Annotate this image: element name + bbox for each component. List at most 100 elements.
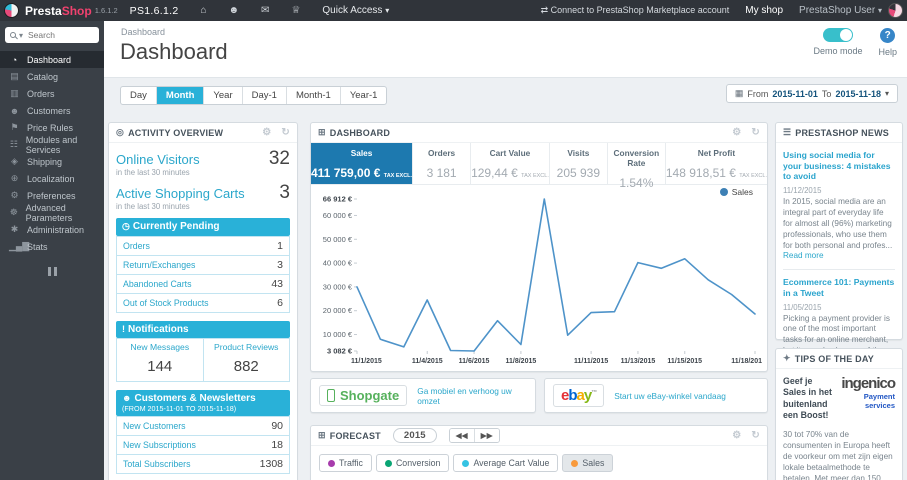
shopgate-logo[interactable]: Shopgate: [319, 385, 408, 406]
gear-icon[interactable]: ⚙: [262, 127, 271, 138]
legend-average-cart-value-button[interactable]: Average Cart Value: [453, 454, 559, 472]
tab-day[interactable]: Day: [121, 87, 157, 104]
forecast-year[interactable]: 2015: [392, 428, 437, 443]
metric-net-profit[interactable]: Net Profit 148 918,51 € tax excl.: [666, 143, 767, 184]
messages-icon[interactable]: ✉: [261, 5, 269, 16]
legend-traffic-button[interactable]: Traffic: [319, 454, 372, 472]
quick-access-menu[interactable]: Quick Access ▾: [322, 5, 389, 16]
prestashop-logo[interactable]: [4, 3, 19, 18]
sales-chart: 66 912 € 60 000 € 50 000 € 40 000 € 30 000 €…: [317, 187, 762, 367]
svg-text:11/11/2015: 11/11/2015: [574, 358, 608, 365]
gear-icon[interactable]: ⚙: [732, 127, 741, 138]
modules-icon: ☷: [9, 139, 18, 149]
metric-conversion-rate[interactable]: Conversion Rate 1.54%: [608, 143, 666, 190]
metric-sales[interactable]: Sales 411 759,00 € tax excl.: [311, 143, 414, 184]
ingenico-logo[interactable]: ingenico Payment services: [835, 376, 896, 422]
sidebar-search[interactable]: ▾: [5, 27, 99, 43]
preferences-icon: ⚙: [10, 190, 19, 200]
svg-text:60 000 €: 60 000 €: [323, 211, 353, 220]
sidebar-item-orders[interactable]: ▥ Orders: [0, 85, 104, 102]
breadcrumb[interactable]: Dashboard: [121, 27, 165, 37]
sidebar-item-stats[interactable]: ▁▄▇ Stats: [0, 238, 104, 255]
page-title: Dashboard: [120, 39, 228, 64]
legend-sales-button[interactable]: Sales: [562, 454, 614, 472]
cart-icon: ⊞: [318, 127, 326, 137]
metric-visits[interactable]: Visits 205 939: [550, 143, 608, 184]
marketplace-link[interactable]: ⇄ Connect to PrestaShop Marketplace acco…: [541, 5, 730, 16]
forecast-next-button[interactable]: ▶▶: [473, 429, 499, 442]
alert-icon: !: [122, 323, 125, 334]
sidebar-item-shipping[interactable]: ◈ Shipping: [0, 153, 104, 170]
tab-month-1[interactable]: Month-1: [287, 87, 341, 104]
calendar-icon: ▦: [734, 88, 744, 98]
active-carts-link[interactable]: Active Shopping Carts: [116, 186, 245, 201]
news-feed-icon: ☰: [783, 127, 792, 137]
tab-day-1[interactable]: Day-1: [243, 87, 287, 104]
currently-pending-header: ◷ Currently Pending: [116, 218, 290, 236]
sidebar-item-price-rules[interactable]: ⚑ Price Rules: [0, 119, 104, 136]
user-avatar[interactable]: [888, 3, 903, 18]
ebay-logo[interactable]: ebay™: [553, 384, 605, 407]
svg-text:10 000 €: 10 000 €: [323, 330, 353, 339]
trophy-icon[interactable]: ♕: [291, 5, 300, 16]
refresh-icon[interactable]: ↻: [751, 430, 760, 441]
sidebar-item-preferences[interactable]: ⚙ Preferences: [0, 187, 104, 204]
sidebar: ▾ ◔Dashboard ▤Catalog ▥Orders ☻Customers…: [0, 21, 104, 480]
metric-cart-value[interactable]: Cart Value 129,44 € tax excl.: [471, 143, 550, 184]
search-icon: [10, 32, 16, 38]
sidebar-collapse-button[interactable]: [46, 267, 58, 276]
caret-down-icon: ▾: [385, 6, 390, 15]
shopgate-ad-card: Shopgate Ga mobiel en verhoog uw omzet: [310, 378, 536, 413]
activity-title: ACTIVITY OVERVIEW: [128, 127, 224, 138]
search-scope-caret-icon[interactable]: ▾: [19, 31, 23, 40]
metrics-row: Sales 411 759,00 € tax excl. Orders 3 181 …: [311, 143, 767, 190]
online-visitors-sub: in the last 30 minutes: [116, 168, 190, 177]
dashboard-icon: ◔: [11, 54, 18, 65]
read-more-link[interactable]: Read more: [783, 251, 824, 260]
search-input[interactable]: [26, 29, 89, 41]
article-title-link[interactable]: Using social media for your business: 4 …: [783, 150, 895, 182]
tab-year-1[interactable]: Year-1: [341, 87, 387, 104]
my-shop-link[interactable]: My shop: [745, 5, 783, 16]
sidebar-item-advanced-parameters[interactable]: ☸ Advanced Parameters: [0, 203, 104, 223]
user-menu[interactable]: PrestaShop User ▾: [799, 5, 882, 16]
gear-icon[interactable]: ⚙: [732, 430, 741, 441]
customers-newsletters-header: ☻ Customers & Newsletters (FROM 2015-11-01…: [116, 390, 290, 416]
caret-down-icon: ▾: [884, 89, 889, 98]
demo-mode-toggle[interactable]: [822, 28, 853, 42]
cart-icon: ⊞: [318, 430, 326, 440]
refresh-icon[interactable]: ↻: [281, 127, 290, 138]
catalog-icon: ▤: [10, 71, 19, 81]
activity-icon: ◎: [116, 127, 125, 137]
sidebar-item-localization[interactable]: ⊕ Localization: [0, 170, 104, 187]
svg-text:11/6/2015: 11/6/2015: [459, 358, 490, 365]
article-title-link[interactable]: Ecommerce 101: Payments in a Tweet: [783, 277, 895, 298]
sidebar-item-customers[interactable]: ☻ Customers: [0, 102, 104, 119]
metric-orders[interactable]: Orders 3 181: [413, 143, 472, 184]
tab-year[interactable]: Year: [204, 87, 243, 104]
help-icon[interactable]: ?: [880, 28, 896, 43]
brand-name[interactable]: PrestaShop: [25, 4, 92, 18]
pending-row: Abandoned Carts 43: [116, 274, 290, 294]
forecast-prev-button[interactable]: ◀◀: [449, 429, 474, 442]
sidebar-item-catalog[interactable]: ▤ Catalog: [0, 68, 104, 85]
customers-row: Total Subscribers 1308: [116, 454, 290, 474]
sidebar-item-modules[interactable]: ☷ Modules and Services: [0, 135, 104, 155]
date-range-picker[interactable]: ▦ From 2015-11-01 To 2015-11-18 ▾: [725, 84, 898, 103]
legend-conversion-button[interactable]: Conversion: [375, 454, 450, 472]
tab-month[interactable]: Month: [156, 87, 205, 104]
sidebar-item-dashboard[interactable]: ◔ Dashboard: [0, 51, 104, 68]
svg-text:50 000 €: 50 000 €: [323, 235, 353, 244]
ebay-ad-link[interactable]: Start uw eBay-winkel vandaag: [614, 391, 726, 401]
online-visitors-link[interactable]: Online Visitors: [116, 152, 200, 167]
shopgate-ad-link[interactable]: Ga mobiel en verhoog uw omzet: [417, 386, 527, 406]
sidebar-item-administration[interactable]: ✱ Administration: [0, 221, 104, 238]
demo-mode-label: Demo mode: [813, 46, 863, 56]
sales-dot-icon: [571, 459, 579, 467]
brand-presta: Presta: [25, 3, 62, 18]
customers-quick-icon[interactable]: ☻: [229, 5, 240, 16]
new-messages-cell: New Messages 144: [116, 338, 204, 382]
refresh-icon[interactable]: ↻: [751, 127, 760, 138]
pending-row: Out of Stock Products 6: [116, 293, 290, 313]
shop-icon[interactable]: ⌂: [200, 5, 206, 16]
